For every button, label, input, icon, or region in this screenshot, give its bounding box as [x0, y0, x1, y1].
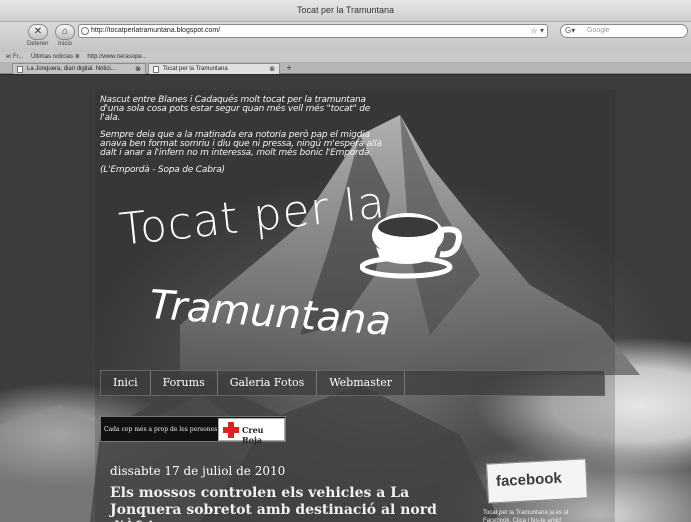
window-titlebar: Tocat per la Tramuntana: [0, 0, 691, 22]
bookmark-item[interactable]: Últimas noticias ⊕: [31, 54, 80, 60]
blog-title-line2[interactable]: Tramuntana: [148, 282, 393, 345]
search-placeholder: Google: [587, 27, 610, 34]
nav-item-inici[interactable]: Inici: [101, 371, 151, 395]
loading-icon: [153, 66, 159, 73]
address-bar[interactable]: http://tocatperlatramuntana.blogspot.com…: [78, 24, 548, 38]
creu-roja-banner[interactable]: Cada cop més a prop de les persones Creu…: [100, 416, 286, 445]
post-date: dissabte 17 de juliol de 2010: [110, 464, 286, 478]
page-viewport: Nascut entre Blanes i Cadaqués molt toca…: [0, 75, 691, 522]
facebook-caption: Tocat per la Tramuntana ja es al Faceboo…: [483, 510, 569, 522]
bookmark-item[interactable]: http://www.nerasope...: [87, 54, 146, 60]
main-nav: Inici Forums Galeria Fotos Webmaster: [100, 370, 605, 396]
nav-item-forums[interactable]: Forums: [151, 371, 218, 395]
creu-roja-label: Creu Roja: [242, 425, 264, 445]
blog-container: Nascut entre Blanes i Cadaqués molt toca…: [95, 90, 615, 522]
home-button[interactable]: ⌂: [55, 24, 75, 40]
tab-close-icon[interactable]: ⊗: [269, 64, 275, 75]
tab-bar: La Jonquera, diari digital. Notici... ⊗ …: [0, 62, 691, 74]
facebook-logo: facebook: [495, 469, 563, 491]
bookmark-item[interactable]: er Fr...: [6, 54, 23, 60]
quote-paragraph: Sempre deia que a la matinada era notori…: [100, 130, 382, 158]
tab-tocat[interactable]: Tocat per la Tramuntana ⊗: [148, 63, 280, 74]
address-url: http://tocatperlatramuntana.blogspot.com…: [91, 27, 221, 34]
stop-label: Detener: [27, 41, 49, 47]
coffee-cup-icon: [359, 195, 480, 285]
tab-label: Tocat per la Tramuntana: [163, 66, 228, 72]
bookmark-star-icon[interactable]: ☆ ▾: [531, 25, 544, 37]
nav-item-webmaster[interactable]: Webmaster: [317, 371, 406, 395]
red-cross-icon: [223, 422, 239, 438]
browser-toolbar: ✕ Detener ⌂ Inicio http://tocatperlatram…: [0, 22, 691, 52]
tab-close-icon[interactable]: ⊗: [135, 64, 141, 75]
quote-paragraph: Nascut entre Blanes i Cadaqués molt toca…: [100, 95, 371, 123]
nav-item-galeria-fotos[interactable]: Galeria Fotos: [218, 371, 318, 395]
stop-button[interactable]: ✕: [28, 24, 48, 40]
window-title: Tocat per la Tramuntana: [296, 5, 395, 15]
site-favicon-icon: [81, 27, 89, 35]
blog-title-line1[interactable]: Tocat per la: [117, 177, 388, 256]
home-label: Inicio: [58, 41, 73, 47]
tab-la-jonquera[interactable]: La Jonquera, diari digital. Notici... ⊗: [12, 63, 146, 74]
new-tab-button[interactable]: +: [282, 63, 296, 74]
quote-source: (L'Empordà - Sopa de Cabra): [100, 165, 225, 175]
header-quote: Nascut entre Blanes i Cadaqués molt toca…: [100, 96, 390, 183]
tab-label: La Jonquera, diari digital. Notici...: [27, 66, 116, 72]
creu-roja-logo: Creu Roja: [218, 418, 285, 445]
post-title[interactable]: Els mossos controlen els vehicles a La J…: [110, 485, 470, 522]
bookmarks-bar: er Fr... Últimas noticias ⊕ http://www.n…: [0, 52, 691, 62]
search-engine-icon[interactable]: G▾: [565, 25, 575, 37]
search-field[interactable]: G▾ Google: [560, 24, 688, 38]
facebook-badge[interactable]: facebook: [486, 458, 588, 504]
page-icon: [17, 66, 23, 73]
banner-text: Cada cop més a prop de les persones: [104, 426, 218, 433]
